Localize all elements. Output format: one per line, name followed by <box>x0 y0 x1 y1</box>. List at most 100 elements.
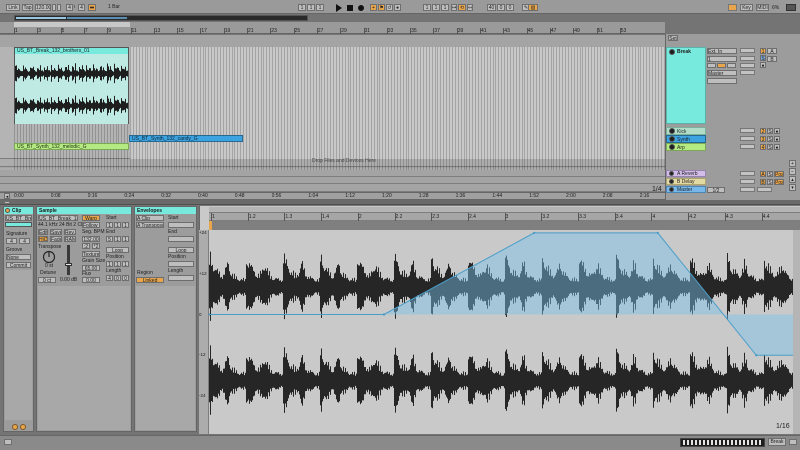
envelope-position-field[interactable] <box>168 261 194 267</box>
loop-brace[interactable] <box>14 22 130 27</box>
crossfade-b-button[interactable]: B <box>767 56 777 62</box>
launch-panel-toggle[interactable] <box>12 424 18 430</box>
transpose-value[interactable]: 0 st <box>45 263 53 269</box>
solo-button[interactable]: S <box>767 136 773 142</box>
arrangement-position-bars[interactable]: 1 <box>298 4 306 11</box>
track-header-arp[interactable]: Arp <box>666 143 706 151</box>
track-fold-button[interactable] <box>669 49 675 55</box>
monitor-off-button[interactable] <box>727 63 736 68</box>
double-tempo-button[interactable]: *2 <box>92 243 100 249</box>
envelope-length-field[interactable] <box>168 275 194 281</box>
play-button[interactable] <box>335 4 343 12</box>
seg-bpm-field[interactable]: 132.00 <box>82 236 100 242</box>
loop-start-sixteenths[interactable]: 1 <box>441 4 449 11</box>
key-map-button[interactable]: Key <box>740 4 753 11</box>
computer-midi-keyboard-button[interactable]: ▥ <box>528 4 538 11</box>
master-pan-field[interactable] <box>757 187 772 192</box>
follow-button[interactable] <box>728 4 737 11</box>
envelope-breakpoint[interactable] <box>532 231 536 235</box>
detune-field[interactable]: 0 ct <box>38 277 56 283</box>
arrangement-scroll-left-button[interactable]: ◂ <box>4 193 10 199</box>
send-a-field[interactable] <box>740 63 755 68</box>
envelope-breakpoint[interactable] <box>656 231 659 235</box>
volume-field[interactable] <box>740 48 755 53</box>
envelope-breakpoint[interactable] <box>209 313 211 316</box>
clip-synth-melodic[interactable]: US_BT_Synth_132_melodic_G <box>14 143 129 150</box>
monitor-in-button[interactable] <box>707 63 716 68</box>
tempo-field[interactable]: 120.00 <box>35 4 51 11</box>
zoom-out-button[interactable]: − <box>789 168 796 175</box>
track-fold-button[interactable] <box>669 171 674 176</box>
groove-commit-button[interactable]: Commit <box>6 262 31 268</box>
pre-post-button[interactable]: Post <box>774 179 784 185</box>
sample-length-sixteenths[interactable]: 0 <box>122 275 129 281</box>
send-b-field[interactable] <box>740 70 755 75</box>
cpu-overview-strip[interactable] <box>14 15 308 21</box>
monitor-auto-button[interactable] <box>717 63 726 68</box>
cue-output-dropdown[interactable]: 1/2 <box>707 187 725 193</box>
punch-out-button[interactable]: ↤ <box>467 4 473 11</box>
track-header-synth[interactable]: Synth <box>666 135 706 143</box>
sample-length-bars[interactable]: 4 <box>106 275 113 281</box>
clip-break[interactable]: US_BT_Break_132_brothers_01 <box>14 47 129 124</box>
envelope-start-field[interactable] <box>168 222 194 228</box>
track-activator-button[interactable]: 1 <box>760 48 766 54</box>
arrangement-position-sixteenths[interactable]: 1 <box>316 4 324 11</box>
solo-button[interactable]: S <box>767 179 773 185</box>
tap-tempo-button[interactable]: Tap <box>22 4 33 11</box>
gain-slider-track[interactable] <box>65 245 72 275</box>
record-button[interactable] <box>357 4 365 12</box>
track-header-kick[interactable]: Kick <box>666 127 706 135</box>
track-fold-button[interactable] <box>669 144 675 150</box>
clip-activator-button[interactable] <box>5 208 10 213</box>
sample-start-sixteenths[interactable]: 1 <box>122 222 129 228</box>
input-type-dropdown[interactable]: Ext. In <box>707 48 737 54</box>
solo-button[interactable]: S <box>767 171 773 177</box>
sample-end-bars[interactable]: 5 <box>106 236 113 242</box>
track-fold-button[interactable] <box>669 128 675 134</box>
arrangement-scroll-up-button[interactable]: ▴ <box>789 176 796 183</box>
arm-button[interactable]: ● <box>774 136 780 142</box>
ram-button[interactable]: RAM <box>64 236 76 242</box>
sample-panel-toggle[interactable] <box>20 424 26 430</box>
envelope-region-linked-button[interactable]: Linked <box>136 277 164 283</box>
track-fold-button[interactable] <box>669 136 675 142</box>
quantization-dropdown[interactable]: 1 Bar <box>103 4 125 11</box>
track-header-break[interactable]: Break <box>666 47 706 124</box>
pre-post-button[interactable]: Post <box>774 171 784 177</box>
crossfade-a-button[interactable]: A <box>767 48 777 54</box>
sample-start-bars[interactable]: 1 <box>106 222 113 228</box>
nudge-down-button[interactable] <box>52 4 56 11</box>
time-signature-numerator[interactable]: 4 <box>66 4 73 11</box>
punch-record-button[interactable]: ● <box>394 4 401 11</box>
envelope-breakpoint[interactable] <box>382 313 386 316</box>
sample-edit-button[interactable]: Edit <box>38 229 48 235</box>
output-channel-dropdown[interactable] <box>707 78 737 84</box>
hiq-button[interactable]: HiQ <box>38 236 48 242</box>
info-view-toggle[interactable] <box>4 439 12 445</box>
warp-mode-dropdown[interactable]: Texture <box>82 251 100 257</box>
sample-loop-button[interactable]: Loop <box>106 247 129 253</box>
detail-view-toggle[interactable] <box>4 201 10 204</box>
link-button[interactable]: Link <box>6 4 20 11</box>
sample-file-field[interactable]: US_BT_Break_132_ <box>38 215 78 221</box>
punch-in-button[interactable]: ↦ <box>451 4 457 11</box>
volume-field[interactable] <box>740 128 755 133</box>
master-volume-field[interactable] <box>740 187 755 192</box>
sample-length-beats[interactable]: 0 <box>114 275 121 281</box>
clip-signature-denominator[interactable]: 4 <box>19 238 30 244</box>
pan-field[interactable] <box>740 56 755 61</box>
clip-synth-candy[interactable]: US_BT_Synth_132_candy_G <box>129 135 243 142</box>
selected-track-label[interactable]: Break <box>768 438 786 446</box>
track-lane-b-delay[interactable] <box>0 177 665 184</box>
warp-button[interactable]: Warp <box>82 215 100 221</box>
gain-slider-thumb[interactable] <box>65 263 72 266</box>
envelope-device-dropdown[interactable]: A Clip <box>136 215 164 221</box>
output-dropdown[interactable]: Master <box>707 70 737 76</box>
warp-marker[interactable] <box>209 221 212 230</box>
loop-length-sixteenths[interactable]: 0 <box>506 4 514 11</box>
track-lane-master[interactable] <box>0 184 665 192</box>
track-activator-button[interactable]: A <box>760 171 766 177</box>
loop-start-beats[interactable]: 1 <box>432 4 440 11</box>
time-signature-denominator[interactable]: 4 <box>78 4 85 11</box>
